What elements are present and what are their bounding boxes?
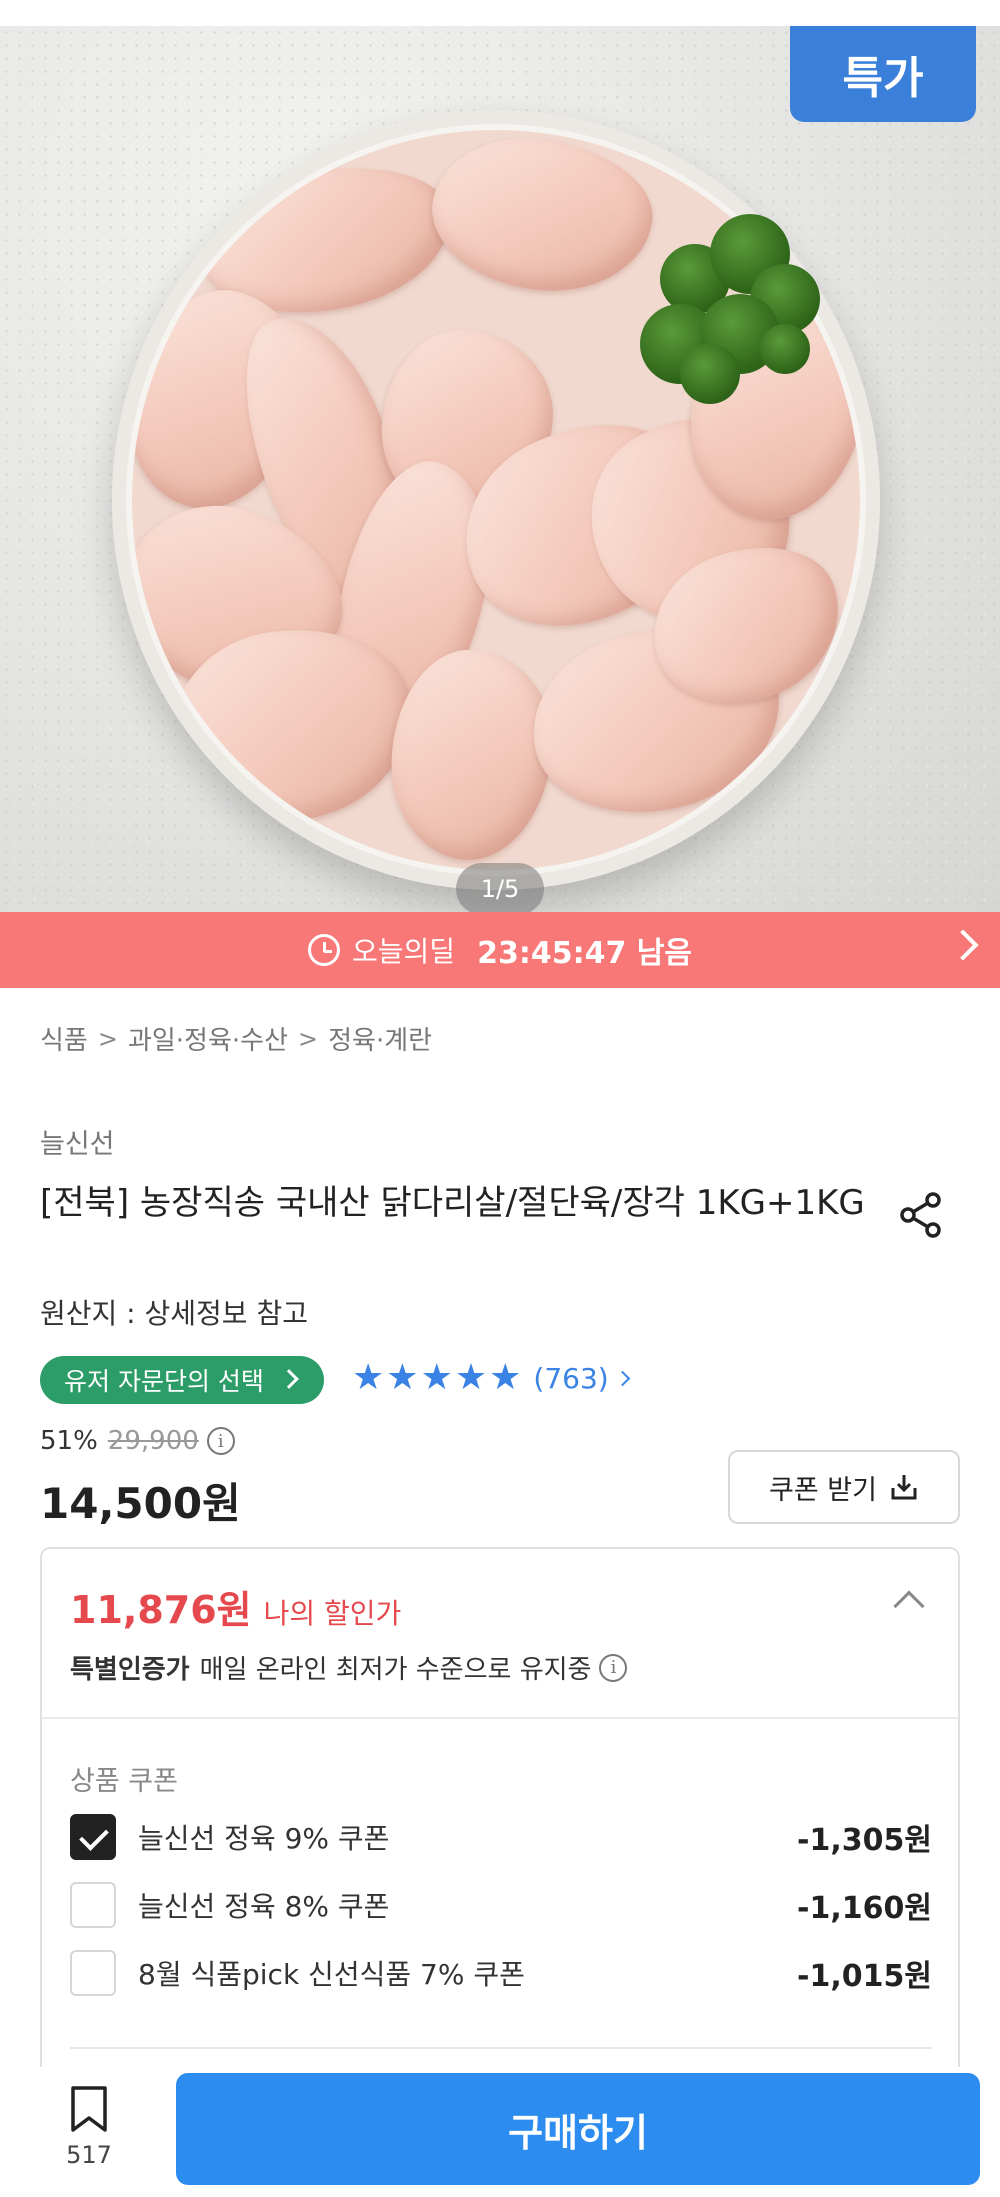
bookmark-count: 517 — [66, 2141, 112, 2169]
origin-info: 원산지 : 상세정보 참고 — [40, 1297, 308, 1330]
sale-price: 14,500원 — [40, 1479, 241, 1528]
coupon-row[interactable]: 늘신선 정육 8% 쿠폰 -1,160원 — [70, 1879, 932, 1931]
info-icon[interactable]: i — [206, 1427, 235, 1455]
chevron-up-icon[interactable] — [893, 1590, 925, 1622]
download-icon — [891, 1475, 917, 1500]
coupon-row[interactable]: 8월 식품pick 신선식품 7% 쿠폰 -1,015원 — [70, 1947, 932, 1999]
deal-countdown: 23:45:47 남음 — [477, 936, 692, 971]
coupon-checkbox[interactable] — [70, 1950, 116, 1996]
bottom-action-bar: 517 구매하기 — [0, 2067, 1000, 2197]
my-discount-panel: 11,876원 나의 할인가 특별인증가 매일 온라인 최저가 수준으로 유지중… — [40, 1547, 960, 2087]
star-icon: ★ — [454, 1357, 488, 1398]
coupon-amount: -1,305원 — [797, 1823, 932, 1858]
breadcrumb-item-fresh[interactable]: 과일·정육·수산 — [128, 1020, 288, 1057]
star-icon: ★ — [420, 1357, 453, 1398]
bookmark-icon — [71, 2086, 107, 2132]
special-price-badge: 특가 — [790, 26, 976, 122]
chevron-right-icon[interactable] — [947, 929, 979, 961]
image-pager: 1/5 — [456, 863, 544, 912]
coupon-checkbox-checked[interactable] — [70, 1814, 116, 1860]
star-icon: ★ — [352, 1357, 385, 1398]
breadcrumb-item-meat[interactable]: 정육·계란 — [328, 1020, 432, 1057]
advisor-choice-badge[interactable]: 유저 자문단의 선택 — [40, 1356, 324, 1404]
buy-button[interactable]: 구매하기 — [176, 2073, 980, 2185]
parsley-garnish — [620, 204, 840, 414]
coupon-amount: -1,160원 — [797, 1891, 932, 1926]
chevron-right-icon — [279, 1369, 299, 1389]
product-title: [전북] 농장직송 국내산 닭다리살/절단육/장각 1KG+1KG — [40, 1183, 865, 1223]
get-coupon-button[interactable]: 쿠폰 받기 — [728, 1450, 960, 1524]
advisor-badge-label: 유저 자문단의 선택 — [64, 1367, 264, 1396]
coupon-name: 늘신선 정육 9% 쿠폰 — [138, 1822, 390, 1855]
star-icon: ★ — [386, 1357, 419, 1398]
chevron-right-icon — [614, 1370, 630, 1386]
info-icon[interactable]: i — [599, 1653, 628, 1682]
certified-label: 특별인증가 — [70, 1655, 190, 1685]
rating-reviews[interactable]: ★ ★ ★ ★ ★ (763) — [352, 1357, 630, 1398]
deal-label: 오늘의딜 — [352, 935, 456, 968]
my-price-amount: 11,876원 — [70, 1588, 252, 1632]
breadcrumb: 식품 > 과일·정육·수산 > 정육·계란 — [40, 1020, 432, 1057]
share-icon[interactable] — [896, 1190, 946, 1240]
coupon-amount: -1,015원 — [797, 1959, 932, 1994]
my-discount-price: 11,876원 나의 할인가 — [70, 1579, 401, 1634]
coupon-section-title: 상품 쿠폰 — [70, 1766, 178, 1797]
bookmark-button[interactable]: 517 — [62, 2085, 116, 2185]
chevron-right-icon: > — [97, 1024, 118, 1053]
breadcrumb-item-food[interactable]: 식품 — [40, 1020, 88, 1057]
review-count: (763) — [533, 1361, 609, 1395]
certified-text: 매일 온라인 최저가 수준으로 유지중 — [199, 1655, 592, 1685]
divider — [42, 1717, 958, 1719]
chevron-right-icon: > — [298, 1024, 319, 1053]
original-price: 29,900 — [107, 1426, 199, 1456]
seller-name[interactable]: 늘신선 — [40, 1122, 115, 1161]
coupon-checkbox[interactable] — [70, 1882, 116, 1928]
star-icon: ★ — [489, 1357, 522, 1398]
divider — [70, 2047, 932, 2049]
coupon-button-label: 쿠폰 받기 — [769, 1474, 877, 1506]
coupon-row[interactable]: 늘신선 정육 9% 쿠폰 -1,305원 — [70, 1811, 932, 1863]
product-image-carousel[interactable]: 특가 1/5 — [0, 26, 1000, 912]
discount-rate: 51% — [40, 1426, 98, 1456]
my-price-label: 나의 할인가 — [263, 1597, 402, 1630]
today-deal-bar[interactable]: 오늘의딜 23:45:47 남음 — [0, 912, 1000, 988]
clock-icon — [308, 934, 341, 966]
coupon-name: 8월 식품pick 신선식품 7% 쿠폰 — [138, 1958, 525, 1991]
coupon-name: 늘신선 정육 8% 쿠폰 — [138, 1890, 390, 1923]
certified-price-note: 특별인증가 매일 온라인 최저가 수준으로 유지중 i — [70, 1649, 628, 1686]
discount-row: 51% 29,900 i — [40, 1426, 235, 1456]
